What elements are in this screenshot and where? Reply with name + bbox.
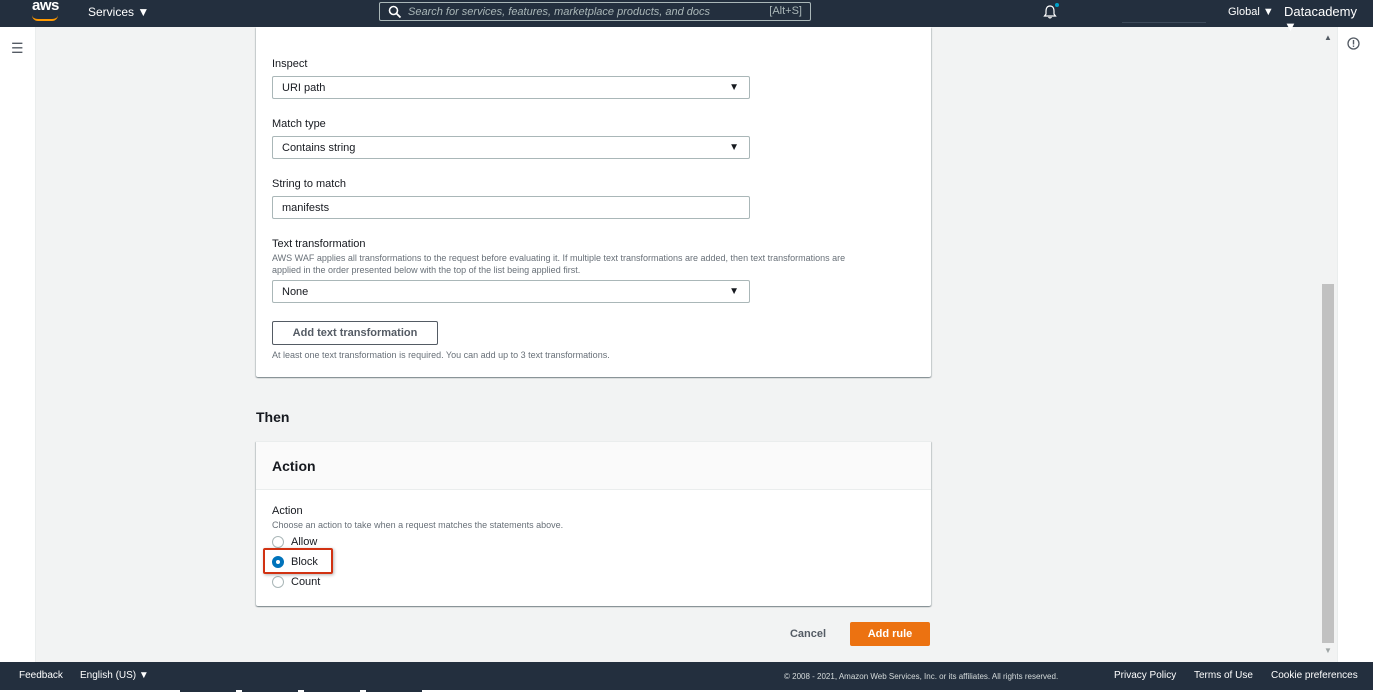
taskbar-tab (366, 690, 422, 692)
text-transformation-value: None (282, 286, 309, 298)
region-selector[interactable]: Global ▼ (1228, 6, 1274, 18)
text-transformation-description-2: applied in the order presented below wit… (272, 265, 581, 275)
search-box[interactable]: [Alt+S] (379, 2, 811, 21)
right-rail (1337, 27, 1373, 662)
caret-down-icon: ▼ (729, 142, 739, 153)
left-rail: ☰ (0, 27, 36, 662)
highlight-annotation (263, 548, 333, 574)
caret-down-icon: ▼ (729, 82, 739, 93)
scrollbar[interactable]: ▲ ▼ (1320, 27, 1336, 662)
match-type-label: Match type (272, 118, 326, 130)
aws-logo[interactable]: aws (32, 0, 59, 14)
privacy-policy-link[interactable]: Privacy Policy (1114, 670, 1176, 681)
radio-button[interactable] (272, 536, 284, 548)
radio-button[interactable] (272, 576, 284, 588)
text-transformation-label: Text transformation (272, 238, 366, 250)
action-card-title: Action (272, 458, 316, 474)
radio-label: Allow (291, 536, 318, 548)
string-to-match-input[interactable] (272, 196, 750, 219)
action-description: Choose an action to take when a request … (272, 520, 564, 530)
scroll-thumb[interactable] (1322, 284, 1334, 643)
inspect-select[interactable]: URI path ▼ (272, 76, 750, 99)
menu-icon[interactable]: ☰ (11, 40, 24, 57)
feedback-link[interactable]: Feedback (19, 670, 63, 681)
inspect-label: Inspect (272, 58, 308, 70)
footer: Feedback English (US) ▼ © 2008 - 2021, A… (0, 662, 1373, 690)
taskbar-tab (242, 690, 298, 692)
statement-card: Inspect URI path ▼ Match type Contains s… (256, 27, 931, 377)
action-field-label: Action (272, 505, 303, 517)
action-card-header: Action (256, 442, 931, 490)
text-transformation-hint: At least one text transformation is requ… (272, 350, 610, 360)
scroll-up-icon[interactable]: ▲ (1324, 33, 1332, 42)
add-rule-button[interactable]: Add rule (850, 622, 930, 646)
search-icon (388, 5, 402, 19)
then-heading: Then (256, 409, 290, 425)
info-icon[interactable] (1347, 37, 1360, 50)
taskbar-tab (304, 690, 360, 692)
aws-logo-smile (32, 15, 58, 21)
action-card: Action Action Choose an action to take w… (256, 441, 931, 606)
language-selector[interactable]: English (US) ▼ (80, 670, 149, 681)
string-to-match-label: String to match (272, 178, 346, 190)
taskbar-tab (180, 690, 236, 692)
match-type-select[interactable]: Contains string ▼ (272, 136, 750, 159)
search-input[interactable] (408, 4, 748, 19)
notification-dot (1055, 3, 1059, 7)
caret-down-icon: ▼ (729, 286, 739, 297)
cookie-preferences-link[interactable]: Cookie preferences (1271, 670, 1358, 681)
radio-label: Count (291, 576, 321, 588)
services-menu[interactable]: Services ▼ (88, 5, 149, 19)
cancel-button[interactable]: Cancel (780, 624, 836, 644)
inspect-value: URI path (282, 82, 326, 94)
scroll-down-icon[interactable]: ▼ (1324, 646, 1332, 655)
match-type-value: Contains string (282, 142, 356, 154)
taskbar (0, 690, 1373, 699)
copyright-text: © 2008 - 2021, Amazon Web Services, Inc.… (784, 672, 1059, 681)
text-transformation-select[interactable]: None ▼ (272, 280, 750, 303)
add-text-transformation-button[interactable]: Add text transformation (272, 321, 438, 345)
nav-divider (1122, 22, 1206, 23)
text-transformation-description-1: AWS WAF applies all transformations to t… (272, 253, 846, 263)
terms-of-use-link[interactable]: Terms of Use (1194, 670, 1253, 681)
top-navigation: aws Services ▼ [Alt+S] Global ▼ Datacade… (0, 0, 1373, 34)
search-shortcut: [Alt+S] (769, 5, 802, 17)
